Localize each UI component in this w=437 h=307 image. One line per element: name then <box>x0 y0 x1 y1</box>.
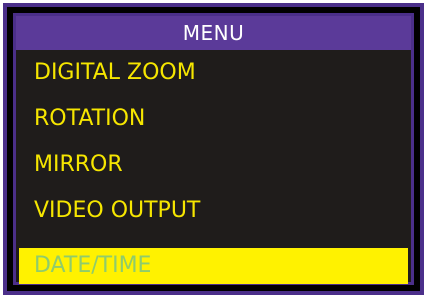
osd-menu-panel: MENU DIGITAL ZOOM ROTATION MIRROR VIDEO … <box>13 13 414 285</box>
menu-item-video-output[interactable]: VIDEO OUTPUT <box>16 188 411 234</box>
menu-item-digital-zoom[interactable]: DIGITAL ZOOM <box>16 50 411 96</box>
menu-title: MENU <box>16 16 411 50</box>
menu-item-date-time[interactable]: DATE/TIME <box>19 248 408 284</box>
osd-menu-frame: MENU DIGITAL ZOOM ROTATION MIRROR VIDEO … <box>3 3 424 295</box>
menu-list: DIGITAL ZOOM ROTATION MIRROR VIDEO OUTPU… <box>16 50 411 284</box>
menu-item-rotation[interactable]: ROTATION <box>16 96 411 142</box>
menu-item-mirror[interactable]: MIRROR <box>16 142 411 188</box>
